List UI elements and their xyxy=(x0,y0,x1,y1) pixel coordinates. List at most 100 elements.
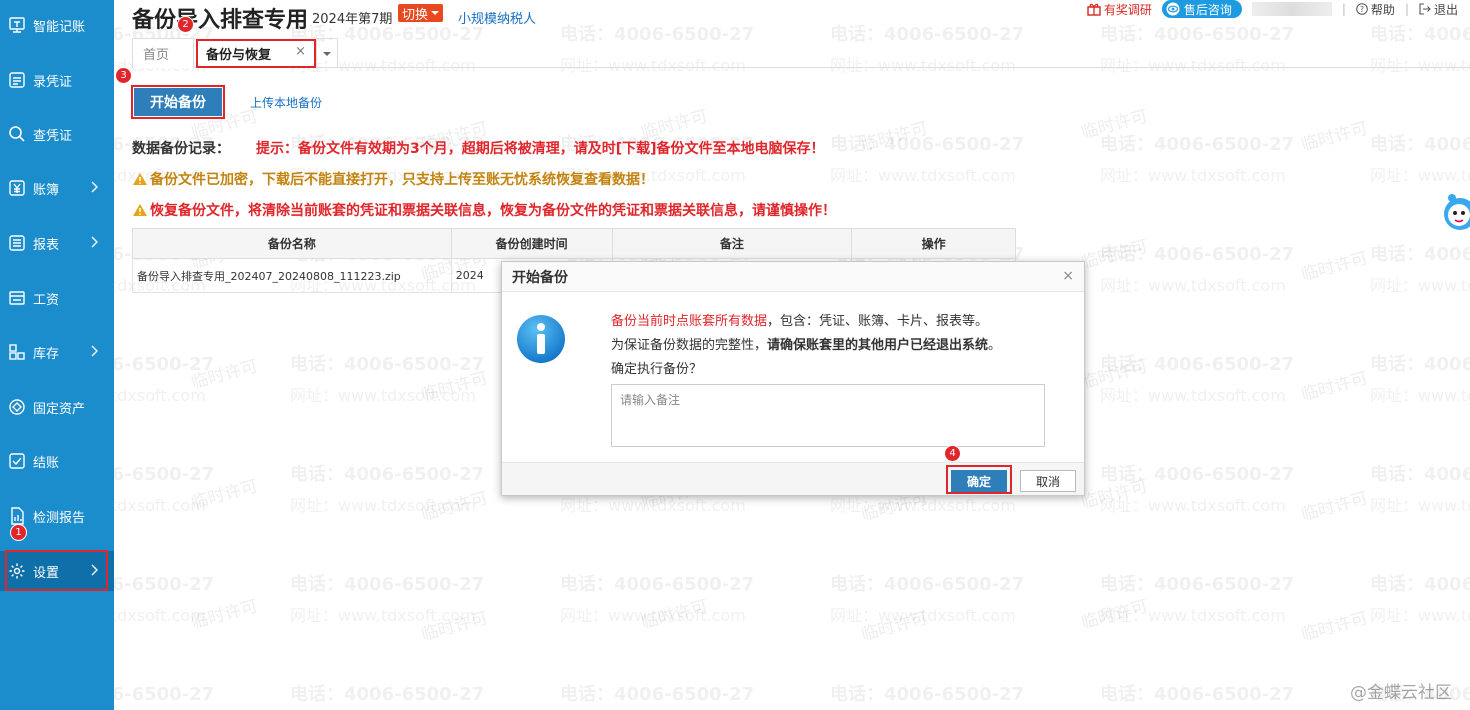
step-badge-3: 3 xyxy=(115,67,132,84)
sidebar-item-label: 报表 xyxy=(33,237,60,253)
tab-home[interactable]: 首页 xyxy=(132,38,194,68)
logout-link[interactable]: 退出 xyxy=(1419,1,1458,18)
watermark-site: 网址：www.tdxsoft.com xyxy=(560,606,746,625)
page-title: 备份导入排查专用 xyxy=(132,8,309,33)
top-right-toolbar: 有奖调研 售后咨询 | ? 帮助 | 退出 xyxy=(1087,0,1458,18)
watermark-phone: 电话：4006-6500-27 xyxy=(290,464,485,485)
watermark-phone: 电话：4006-6500-27 xyxy=(290,684,485,705)
highlight-box-settings xyxy=(5,550,108,591)
yen-icon xyxy=(7,178,27,198)
watermark-phone: 电话：4006-6500-27 xyxy=(1370,464,1470,485)
watermark-temp-license: 临时许可 xyxy=(189,356,261,394)
watermark-site: 网址：www.tdxsoft.com xyxy=(290,496,476,515)
watermark-temp-license: 临时许可 xyxy=(189,596,261,634)
sidebar-item-label: 库存 xyxy=(33,346,60,362)
sidebar-item-enter-voucher[interactable]: 录凭证 xyxy=(0,60,114,100)
watermark-site: 网址：www.tdxsoft.com xyxy=(1100,166,1286,185)
dialog-message-line-1: 备份当前时点账套所有数据，包含：凭证、账簿、卡片、报表等。 xyxy=(611,314,989,329)
watermark-phone: 电话：4006-6500-27 xyxy=(560,684,755,705)
logout-icon xyxy=(1419,3,1431,15)
sidebar-item-label: 账簿 xyxy=(33,182,60,198)
warning-icon xyxy=(133,204,147,216)
cancel-button[interactable]: 取消 xyxy=(1020,470,1076,492)
tab-bar: 首页 备份与恢复 × xyxy=(132,38,1470,68)
sidebar: 智能记账 录凭证 查凭证 账簿 报表 工资 库存 固定资产 结账 检测报告 设置 xyxy=(0,0,114,710)
caret-down-icon xyxy=(323,51,331,56)
watermark-phone: 电话：4006-6500-27 xyxy=(1100,464,1295,485)
svg-text:?: ? xyxy=(1360,5,1364,14)
highlight-box-confirm xyxy=(946,465,1012,494)
upload-local-backup-link[interactable]: 上传本地备份 xyxy=(250,94,322,111)
sidebar-item-salary[interactable]: 工资 xyxy=(0,278,114,318)
chevron-right-icon xyxy=(91,345,98,357)
warning-icon xyxy=(133,173,147,185)
dialog-message-line-3: 确定执行备份？ xyxy=(611,362,703,377)
watermark-temp-license: 临时许可 xyxy=(639,596,711,634)
sidebar-item-label: 结账 xyxy=(33,455,60,471)
sidebar-item-ledger[interactable]: 账簿 xyxy=(0,168,114,208)
watermark-phone: 电话：4006-6500-27 xyxy=(1370,574,1470,595)
highlight-box-start xyxy=(131,85,225,119)
info-icon xyxy=(517,315,565,363)
dialog-message-line-2: 为保证备份数据的完整性，请确保账套里的其他用户已经退出系统。 xyxy=(611,338,1002,353)
enter-voucher-icon xyxy=(7,70,27,90)
dialog-header: 开始备份 × xyxy=(502,262,1084,292)
sidebar-item-reports[interactable]: 报表 xyxy=(0,223,114,263)
watermark-temp-license: 临时许可 xyxy=(1299,248,1371,286)
sidebar-item-label: 固定资产 xyxy=(33,401,86,417)
list-icon xyxy=(7,233,27,253)
step-badge-4: 4 xyxy=(944,445,961,462)
table-header-row: 备份名称 备份创建时间 备注 操作 xyxy=(132,228,1016,259)
gift-icon xyxy=(1087,3,1101,16)
header: 备份导入排查专用 2024年第7期 切换 小规模纳税人 有奖调研 售后咨询 | … xyxy=(114,0,1470,36)
step-badge-1: 1 xyxy=(10,524,27,541)
watermark-temp-license: 临时许可 xyxy=(1079,476,1151,514)
inventory-icon xyxy=(7,342,27,362)
start-backup-dialog: 开始备份 × 备份当前时点账套所有数据，包含：凭证、账簿、卡片、报表等。 为保证… xyxy=(501,261,1085,496)
survey-link[interactable]: 有奖调研 xyxy=(1087,1,1152,18)
tab-more-dropdown[interactable] xyxy=(316,38,338,68)
watermark-temp-license: 临时许可 xyxy=(189,476,261,514)
sidebar-item-fixed-assets[interactable]: 固定资产 xyxy=(0,387,114,427)
watermark-temp-license: 临时许可 xyxy=(419,608,491,646)
sidebar-item-label: 查凭证 xyxy=(33,128,73,144)
smart-bookkeeping-icon xyxy=(7,15,27,35)
watermark-temp-license: 临时许可 xyxy=(1299,608,1371,646)
restore-warning: 恢复备份文件，将清除当前账套的凭证和票据关联信息，恢复为备份文件的凭证和票据关联… xyxy=(132,200,836,220)
watermark-site: 网址：www.tdxsoft.com xyxy=(830,606,1016,625)
help-link[interactable]: ? 帮助 xyxy=(1356,1,1395,18)
watermark-phone: 电话：4006-6500-27 xyxy=(1100,134,1295,155)
watermark-temp-license: 临时许可 xyxy=(1079,106,1151,144)
taxpayer-type-link[interactable]: 小规模纳税人 xyxy=(458,8,536,27)
watermark-site: 网址：www.tdxsoft.com xyxy=(1100,496,1286,515)
backup-record-label: 数据备份记录： xyxy=(132,141,230,157)
watermark-phone: 电话：4006-6500-27 xyxy=(830,134,1025,155)
after-sales-support-button[interactable]: 售后咨询 xyxy=(1161,0,1242,18)
dialog-close-icon[interactable]: × xyxy=(1062,268,1074,284)
column-header: 备份创建时间 xyxy=(450,228,613,259)
sidebar-item-search-voucher[interactable]: 查凭证 xyxy=(0,114,114,154)
chevron-right-icon xyxy=(91,181,98,193)
watermark-phone: 电话：4006-6500-27 xyxy=(1370,134,1470,155)
sidebar-item-closing[interactable]: 结账 xyxy=(0,441,114,481)
switch-period-button[interactable]: 切换 xyxy=(398,4,444,23)
mascot-icon[interactable] xyxy=(1438,190,1470,234)
column-header: 备注 xyxy=(611,228,853,259)
watermark-phone: 电话：4006-6500-27 xyxy=(830,574,1025,595)
column-header: 操作 xyxy=(851,228,1016,259)
watermark-site: 网址：www.tdxsoft.com xyxy=(830,166,1016,185)
watermark-temp-license: 临时许可 xyxy=(859,118,931,156)
watermark-phone: 电话：4006-6500-27 xyxy=(290,574,485,595)
watermark-phone: 电话：4006-6500-27 xyxy=(1370,354,1470,375)
user-name-blurred[interactable] xyxy=(1251,2,1332,16)
watermark-site: 网址：www.tdxsoft.com xyxy=(1370,276,1470,295)
sidebar-item-inventory[interactable]: 库存 xyxy=(0,332,114,372)
remark-input[interactable] xyxy=(611,384,1045,447)
watermark-temp-license: 临时许可 xyxy=(1079,596,1151,634)
watermark-site: 网址：www.tdxsoft.com xyxy=(1370,496,1470,515)
report-icon xyxy=(7,506,27,526)
watermark-phone: 电话：4006-6500-27 xyxy=(1100,244,1295,265)
encryption-warning: 备份文件已加密，下载后不能直接打开，只支持上传至账无忧系统恢复查看数据！ xyxy=(132,169,654,189)
sidebar-item-smart-bookkeeping[interactable]: 智能记账 xyxy=(0,5,114,45)
watermark-site: 网址：www.tdxsoft.com xyxy=(1100,386,1286,405)
